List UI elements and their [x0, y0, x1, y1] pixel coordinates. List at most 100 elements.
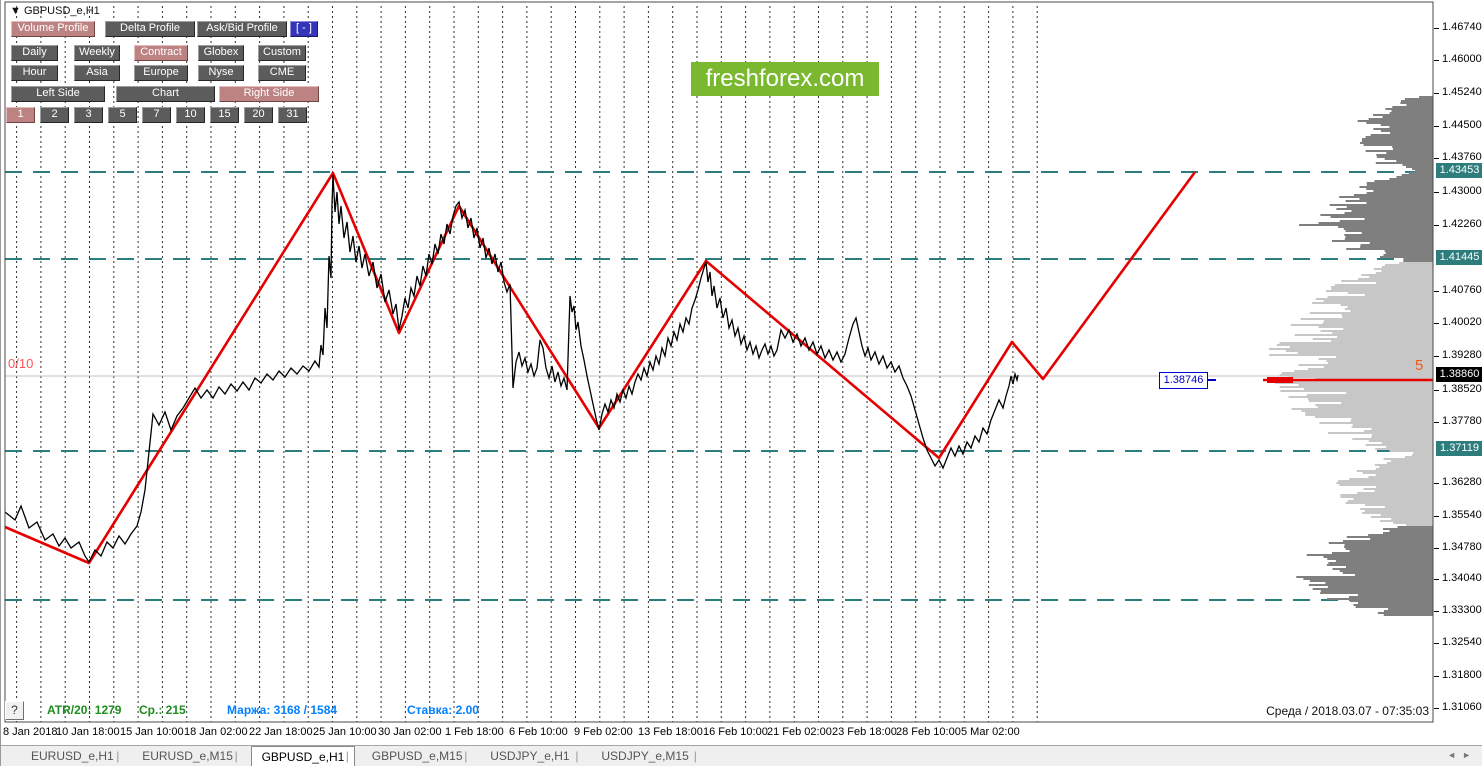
volume-profile-bar: [1357, 594, 1433, 596]
session-button-asia[interactable]: Asia: [74, 65, 120, 81]
volume-profile-bar: [1332, 552, 1433, 554]
depth-button-15[interactable]: 15: [210, 107, 239, 123]
price-tick-label: 1.44500: [1442, 119, 1482, 131]
session-button-cme[interactable]: CME: [258, 65, 306, 81]
volume-profile-bar: [1383, 458, 1433, 460]
highlighted-level-label: 1.37119: [1436, 441, 1482, 456]
volume-profile-bar: [1320, 592, 1433, 594]
price-tickmark: [1434, 356, 1439, 357]
depth-button-3[interactable]: 3: [74, 107, 103, 123]
session-button-europe[interactable]: Europe: [134, 65, 188, 81]
price-tick-label: 1.31060: [1442, 701, 1482, 713]
help-button[interactable]: ?: [5, 701, 24, 720]
volume-profile-bar: [1361, 274, 1433, 276]
volume-profile-bar: [1328, 562, 1433, 564]
chart-tab-eurusd-e-h1[interactable]: EURUSD_e,H1: [21, 746, 124, 766]
depth-button-31[interactable]: 31: [278, 107, 307, 123]
dropdown-arrow-icon[interactable]: ▼: [10, 5, 21, 17]
volume-profile-bar: [1361, 140, 1433, 142]
volume-profile-bar: [1345, 230, 1433, 232]
volume-profile-bar: [1372, 114, 1433, 116]
side-button-left-side[interactable]: Left Side: [11, 86, 105, 102]
volume-profile-bar: [1368, 534, 1433, 536]
chart-tab-gbpusd-e-m15[interactable]: GBPUSD_e,M15: [362, 746, 473, 766]
chart-title: ▼ GBPUSD_e,H1: [10, 5, 100, 17]
volume-profile-bar: [1366, 182, 1433, 184]
volume-profile-bar: [1320, 214, 1433, 216]
session-button-hour[interactable]: Hour: [11, 65, 58, 81]
tab-separator: |: [116, 749, 120, 763]
price-tickmark: [1434, 60, 1439, 61]
profile-button-delta-profile[interactable]: Delta Profile: [105, 21, 195, 37]
price-tickmark: [1434, 158, 1439, 159]
chart-tab-usdjpy-e-m15[interactable]: USDJPY_e,M15: [591, 746, 698, 766]
volume-profile-bar: [1400, 102, 1433, 104]
volume-profile-bar: [1412, 168, 1433, 170]
volume-profile-bar: [1353, 194, 1433, 196]
volume-profile-bar: [1413, 452, 1433, 454]
volume-profile-bar: [1405, 166, 1433, 168]
volume-profile-bar: [1305, 412, 1433, 414]
volume-profile-bar: [1355, 606, 1433, 608]
session-button-nyse[interactable]: Nyse: [198, 65, 244, 81]
side-button-chart[interactable]: Chart: [116, 86, 215, 102]
profile-button-ask-bid-profile[interactable]: Ask/Bid Profile: [197, 21, 287, 37]
period-button-daily[interactable]: Daily: [11, 45, 58, 61]
volume-profile-bar: [1366, 192, 1433, 194]
volume-profile-bar: [1382, 532, 1433, 534]
volume-profile-bar: [1342, 316, 1433, 318]
period-button-contract[interactable]: Contract: [134, 45, 188, 61]
price-level-tag[interactable]: 1.38746: [1159, 372, 1208, 389]
volume-profile-bar: [1325, 582, 1433, 584]
volume-profile-bar: [1402, 164, 1433, 166]
time-tick-label: 8 Jan 2018: [3, 726, 58, 738]
volume-profile-bar: [1383, 254, 1433, 256]
volume-profile-bar: [1381, 270, 1433, 272]
depth-button-2[interactable]: 2: [40, 107, 69, 123]
chart-tab-usdjpy-e-h1[interactable]: USDJPY_e,H1: [480, 746, 579, 766]
volume-profile-bar: [1344, 544, 1433, 546]
chart-tab-eurusd-e-m15[interactable]: EURUSD_e,M15: [132, 746, 243, 766]
volume-level-line-handle[interactable]: [1267, 377, 1293, 383]
depth-button-20[interactable]: 20: [244, 107, 273, 123]
side-button-right-side[interactable]: Right Side: [219, 86, 319, 102]
volume-profile-bar: [1373, 268, 1433, 270]
price-tick-label: 1.46740: [1442, 21, 1482, 33]
price-tickmark: [1434, 483, 1439, 484]
depth-button-5[interactable]: 5: [108, 107, 137, 123]
chart-tab-gbpusd-e-h1[interactable]: GBPUSD_e,H1: [250, 746, 356, 766]
volume-profile-bar: [1341, 280, 1433, 282]
period-button-weekly[interactable]: Weekly: [74, 45, 120, 61]
volume-profile-bar: [1338, 226, 1433, 228]
profile-button--[interactable]: [ - ]: [290, 21, 318, 37]
volume-profile-bar: [1389, 530, 1433, 532]
volume-profile-bar: [1298, 384, 1433, 386]
volume-profile-bar: [1392, 106, 1433, 108]
volume-profile-bar: [1360, 244, 1433, 246]
period-button-custom[interactable]: Custom: [258, 45, 306, 61]
price-tickmark: [1434, 323, 1439, 324]
volume-profile-bar: [1360, 508, 1433, 510]
volume-profile-bar: [1353, 604, 1433, 606]
volume-profile-bar: [1344, 308, 1433, 310]
volume-profile-bar: [1349, 550, 1433, 552]
time-tick-label: 22 Jan 18:00: [249, 726, 313, 738]
depth-button-10[interactable]: 10: [176, 107, 205, 123]
volume-profile-bar: [1419, 96, 1433, 98]
volume-profile-bar: [1324, 320, 1433, 322]
period-button-globex[interactable]: Globex: [198, 45, 244, 61]
profile-button-volume-profile[interactable]: Volume Profile: [11, 21, 95, 37]
volume-profile-bar: [1315, 298, 1433, 300]
tab-scroll-arrows-icon[interactable]: ◄►: [1447, 750, 1477, 760]
volume-profile-bar: [1315, 404, 1433, 406]
volume-profile-bar: [1376, 154, 1433, 156]
time-tick-label: 10 Jan 18:00: [56, 726, 120, 738]
volume-profile-bar: [1403, 258, 1433, 260]
volume-profile-bar: [1341, 402, 1433, 404]
depth-button-1[interactable]: 1: [6, 107, 35, 123]
depth-button-7[interactable]: 7: [142, 107, 171, 123]
volume-profile-bar: [1374, 180, 1433, 182]
price-tick-label: 1.33300: [1442, 604, 1482, 616]
volume-profile-bar: [1375, 468, 1433, 470]
volume-profile-bar: [1288, 396, 1433, 398]
